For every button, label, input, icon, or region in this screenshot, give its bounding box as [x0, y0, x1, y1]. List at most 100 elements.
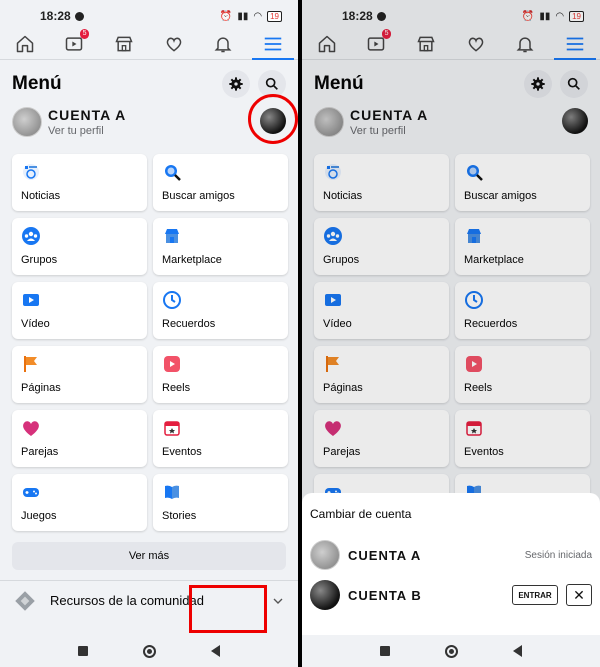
- recents-button[interactable]: [380, 646, 390, 656]
- shortcut-card[interactable]: Buscar amigos: [455, 154, 590, 211]
- nav-dating[interactable]: [463, 33, 489, 55]
- gear-icon: [228, 76, 244, 92]
- memories-icon: [163, 291, 181, 309]
- home-icon: [317, 34, 337, 54]
- events-calendar-icon: [164, 421, 180, 436]
- avatar: [314, 107, 344, 137]
- shortcut-label: Vídeo: [323, 318, 352, 330]
- top-nav: 5: [0, 29, 298, 60]
- shortcut-card[interactable]: Páginas: [12, 346, 147, 403]
- nav-marketplace[interactable]: [413, 33, 439, 55]
- shortcut-card[interactable]: Marketplace: [153, 218, 288, 275]
- home-system-button[interactable]: [445, 644, 458, 658]
- shortcut-card[interactable]: Vídeo: [12, 282, 147, 339]
- account-switcher-button[interactable]: [562, 108, 588, 134]
- nav-notifications[interactable]: [210, 33, 236, 55]
- back-button[interactable]: [211, 645, 220, 657]
- nav-marketplace[interactable]: [111, 33, 137, 55]
- shortcut-label: Páginas: [21, 382, 61, 394]
- home-system-button[interactable]: [143, 644, 156, 658]
- nav-video[interactable]: 5: [61, 29, 90, 55]
- settings-button[interactable]: [524, 70, 552, 98]
- gear-icon: [530, 76, 546, 92]
- status-bar: 18:28 ⏰ ▮▮ ◠ 19: [302, 0, 600, 32]
- wifi-icon: ◠: [555, 10, 565, 22]
- right-screen: 18:28 ⏰ ▮▮ ◠ 19 5 Menú CUENTA A Ver tu p…: [302, 0, 600, 667]
- top-nav: 5: [302, 29, 600, 60]
- battery-icon: 19: [267, 10, 282, 22]
- shortcut-card[interactable]: Noticias: [12, 154, 147, 211]
- shortcut-card[interactable]: Grupos: [12, 218, 147, 275]
- menu-header: Menú: [302, 60, 600, 100]
- shortcut-label: Grupos: [21, 254, 58, 266]
- shortcut-card[interactable]: Recuerdos: [153, 282, 288, 339]
- chevron-down-icon: [270, 593, 286, 609]
- recents-button[interactable]: [78, 646, 88, 656]
- profile-name: CUENTA A: [48, 107, 127, 123]
- nav-home[interactable]: [314, 33, 340, 55]
- shortcut-label: Reels: [162, 382, 191, 394]
- games-controller-icon: [23, 488, 39, 497]
- account-row-a[interactable]: CUENTA A Sesión iniciada: [310, 535, 592, 575]
- shortcut-label: Noticias: [323, 190, 363, 202]
- login-button[interactable]: ENTRAR: [512, 585, 558, 605]
- battery-icon: 19: [569, 10, 584, 22]
- bell-icon: [213, 34, 233, 54]
- nav-video[interactable]: 5: [363, 29, 392, 55]
- marketplace-icon: [165, 229, 179, 243]
- nav-dating[interactable]: [161, 33, 187, 55]
- shortcut-card[interactable]: Juegos: [12, 474, 147, 531]
- shortcut-card[interactable]: Vídeo: [314, 282, 449, 339]
- close-icon: ✕: [573, 586, 585, 603]
- find-friends-icon: [467, 165, 483, 181]
- shortcut-grid: Noticias Buscar amigos Grupos Marketplace Ví…: [302, 144, 600, 531]
- see-more-button[interactable]: Ver más: [12, 542, 286, 570]
- shortcut-card[interactable]: Marketplace: [455, 218, 590, 275]
- nav-menu[interactable]: [252, 33, 295, 60]
- shortcut-card[interactable]: Parejas: [314, 410, 449, 467]
- video-icon: [325, 294, 341, 306]
- events-calendar-icon: [466, 421, 482, 436]
- shortcut-label: Vídeo: [21, 318, 50, 330]
- page-title: Menú: [314, 73, 364, 94]
- profile-row[interactable]: CUENTA A Ver tu perfil: [302, 100, 600, 144]
- shortcut-label: Juegos: [21, 510, 57, 522]
- shortcut-card[interactable]: Parejas: [12, 410, 147, 467]
- back-button[interactable]: [513, 645, 522, 657]
- shortcut-card[interactable]: Noticias: [314, 154, 449, 211]
- shortcut-card[interactable]: Stories: [153, 474, 288, 531]
- shortcut-card[interactable]: Reels: [455, 346, 590, 403]
- shortcut-label: Grupos: [323, 254, 360, 266]
- sheet-title: Cambiar de cuenta: [310, 507, 412, 521]
- remove-account-button[interactable]: ✕: [566, 584, 592, 606]
- switch-account-sheet: Cambiar de cuenta CUENTA A Sesión inicia…: [302, 493, 600, 635]
- find-friends-icon: [165, 165, 181, 181]
- account-row-b[interactable]: CUENTA B ENTRAR ✕: [310, 575, 592, 615]
- profile-row[interactable]: CUENTA A Ver tu perfil: [0, 94, 298, 144]
- marketplace-icon: [114, 34, 134, 54]
- settings-button[interactable]: [222, 70, 250, 98]
- shortcut-card[interactable]: Reels: [153, 346, 288, 403]
- news-feed-icon: [325, 164, 341, 180]
- shortcut-card[interactable]: Buscar amigos: [153, 154, 288, 211]
- shortcut-card[interactable]: Eventos: [455, 410, 590, 467]
- wifi-icon: ◠: [253, 10, 263, 22]
- shortcut-card[interactable]: Grupos: [314, 218, 449, 275]
- shortcut-label: Stories: [162, 510, 197, 522]
- search-button[interactable]: [560, 70, 588, 98]
- nav-menu[interactable]: [554, 33, 597, 60]
- shortcut-label: Parejas: [323, 446, 361, 458]
- messenger-notif-icon: [74, 11, 84, 21]
- groups-icon: [22, 227, 40, 245]
- shortcut-card[interactable]: Recuerdos: [455, 282, 590, 339]
- shortcut-label: Eventos: [464, 446, 504, 458]
- heart-icon: [164, 34, 184, 54]
- shortcut-card[interactable]: Eventos: [153, 410, 288, 467]
- notification-badge: 5: [381, 29, 392, 39]
- marketplace-icon: [467, 229, 481, 243]
- shortcut-label: Páginas: [323, 382, 363, 394]
- shortcut-card[interactable]: Páginas: [314, 346, 449, 403]
- nav-notifications[interactable]: [512, 33, 538, 55]
- nav-home[interactable]: [12, 33, 38, 55]
- shortcut-label: Buscar amigos: [464, 190, 537, 202]
